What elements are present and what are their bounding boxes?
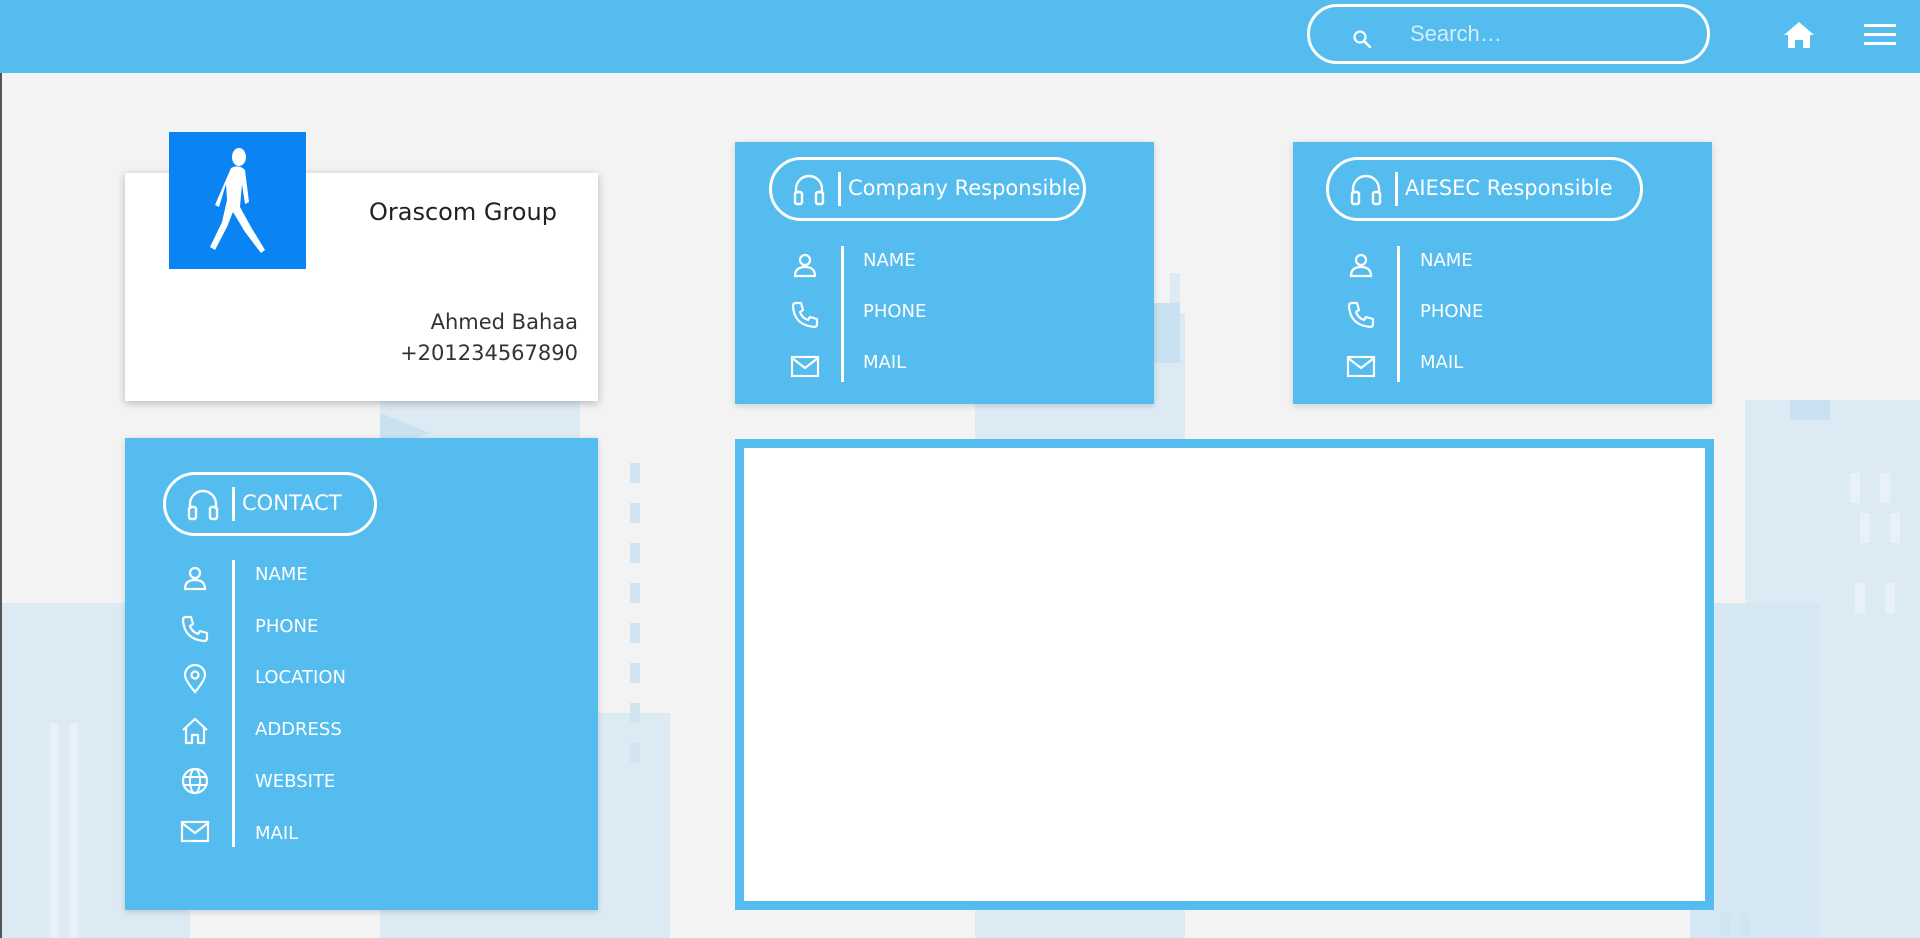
company-responsible-mail: MAIL [863, 352, 907, 373]
left-edge-line [0, 73, 2, 938]
globe-icon [181, 767, 209, 795]
walking-man-icon [210, 148, 265, 253]
headset-icon [1350, 174, 1382, 206]
contact-mail: MAIL [255, 823, 299, 844]
contact-name: NAME [255, 564, 308, 585]
company-responsible-name: NAME [863, 250, 916, 271]
company-responsible-header: Company Responsible [769, 157, 1086, 221]
search-input[interactable] [1410, 17, 1690, 51]
house-icon [182, 717, 208, 745]
search-icon [1353, 30, 1372, 49]
company-responsible-title: Company Responsible [848, 176, 1081, 200]
company-contact-phone: +201234567890 [400, 341, 578, 365]
hamburger-menu-icon[interactable] [1864, 22, 1896, 48]
mail-icon [180, 820, 210, 843]
rows-divider [1397, 246, 1400, 382]
company-responsible-card: Company Responsible NAME PHONE MAIL [735, 142, 1154, 404]
headset-icon [793, 174, 825, 206]
aiesec-responsible-card: AIESEC Responsible NAME PHONE MAIL [1293, 142, 1712, 404]
location-pin-icon [183, 663, 207, 694]
contact-card: CONTACT NAME PHONE LOCATION ADDRESS WEBS… [125, 438, 598, 910]
aiesec-responsible-mail: MAIL [1420, 352, 1464, 373]
aiesec-responsible-header: AIESEC Responsible [1326, 157, 1643, 221]
contact-header: CONTACT [163, 472, 377, 536]
home-icon[interactable] [1782, 18, 1816, 52]
separator [1395, 172, 1398, 206]
map-frame[interactable] [735, 439, 1714, 910]
mail-icon [1346, 355, 1376, 378]
phone-icon [1347, 301, 1375, 329]
contact-phone: PHONE [255, 616, 319, 637]
headset-icon [187, 489, 219, 521]
contact-location: LOCATION [255, 667, 346, 688]
phone-icon [791, 301, 819, 329]
aiesec-responsible-name: NAME [1420, 250, 1473, 271]
company-name: Orascom Group [369, 198, 557, 226]
separator [232, 487, 235, 521]
contact-title: CONTACT [242, 491, 342, 515]
person-icon [793, 253, 817, 278]
rows-divider [232, 560, 235, 847]
search-box[interactable] [1307, 4, 1710, 64]
rows-divider [841, 246, 844, 382]
company-contact-person: Ahmed Bahaa [430, 310, 578, 334]
aiesec-responsible-title: AIESEC Responsible [1405, 176, 1613, 200]
company-logo [169, 132, 306, 269]
mail-icon [790, 355, 820, 378]
top-navigation-bar [0, 0, 1920, 73]
contact-address: ADDRESS [255, 719, 342, 740]
company-responsible-phone: PHONE [863, 301, 927, 322]
contact-website: WEBSITE [255, 771, 336, 792]
person-icon [1349, 253, 1373, 278]
separator [838, 172, 841, 206]
phone-icon [181, 615, 209, 643]
person-icon [183, 566, 207, 591]
aiesec-responsible-phone: PHONE [1420, 301, 1484, 322]
